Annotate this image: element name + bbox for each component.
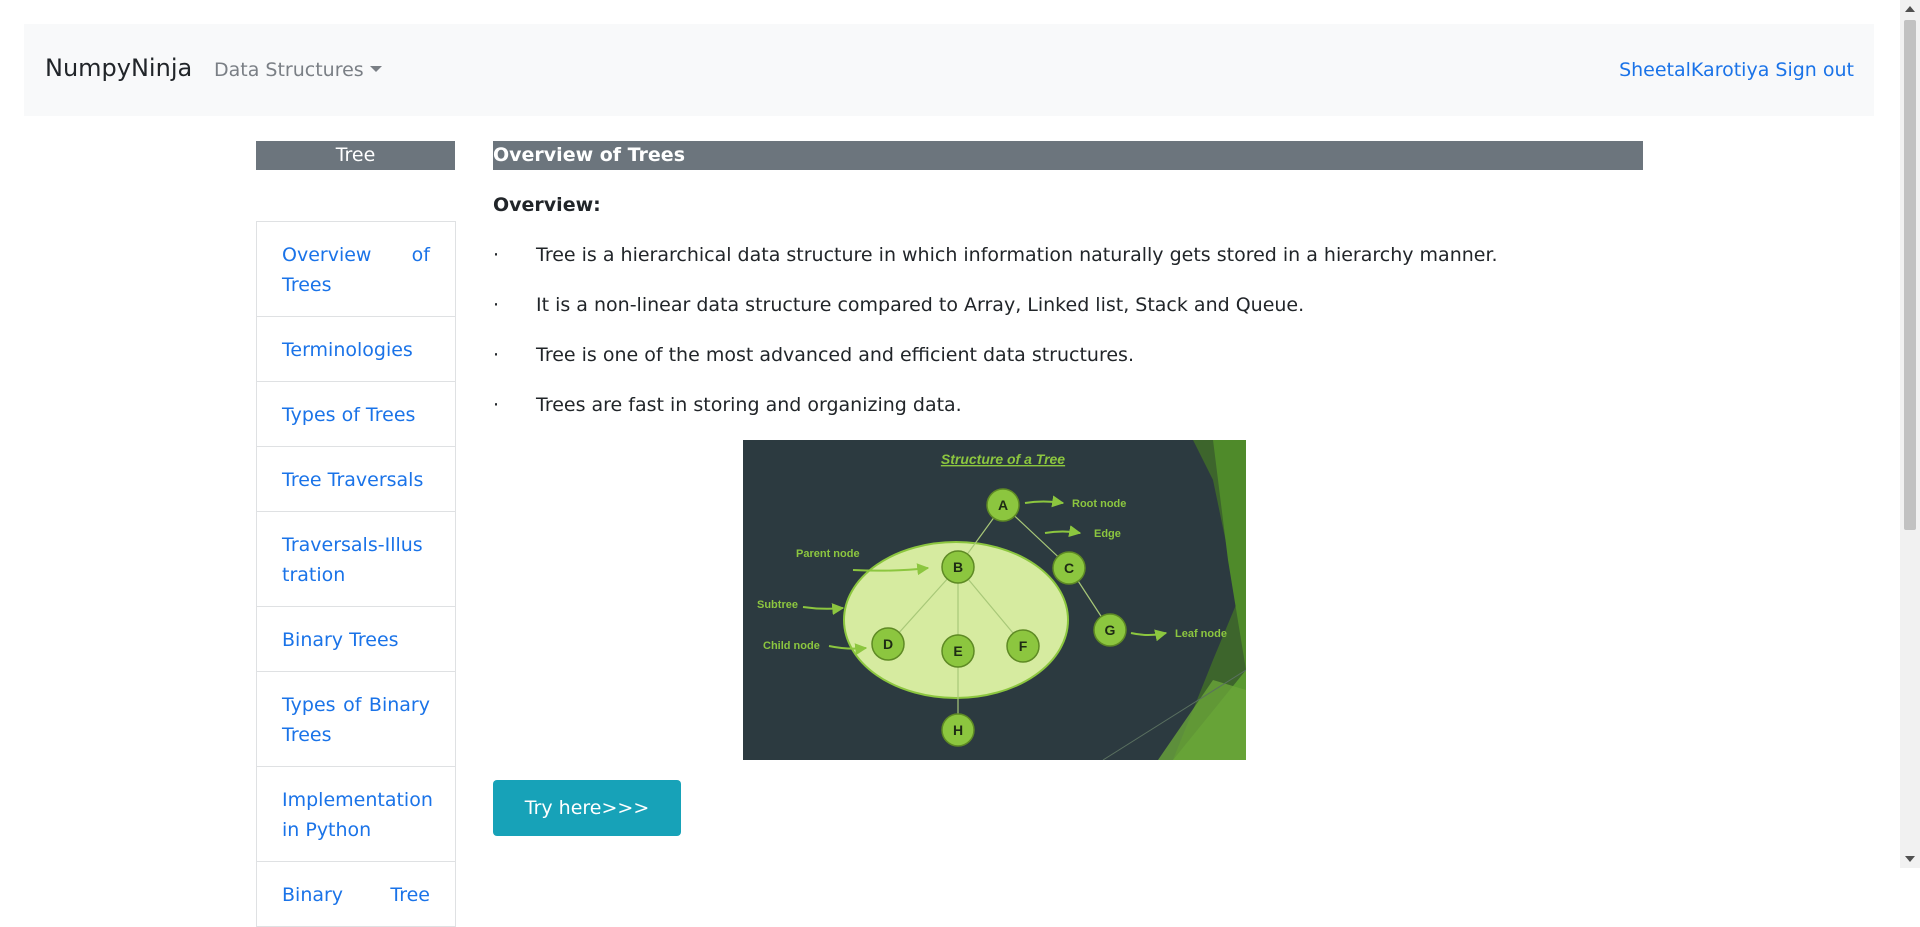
vertical-scrollbar[interactable] (1900, 0, 1920, 868)
svg-text:F: F (1019, 638, 1028, 654)
sidebar-item-types-of-binary-trees[interactable]: Types of Binary Trees (257, 672, 455, 767)
page-title: Overview of Trees (493, 141, 1643, 170)
scroll-down-icon[interactable] (1905, 856, 1915, 862)
brand-logo[interactable]: NumpyNinja (45, 54, 192, 82)
scroll-up-icon[interactable] (1905, 6, 1915, 12)
svg-text:E: E (953, 643, 962, 659)
bullet-dot: · (493, 294, 500, 316)
overview-label: Overview: (493, 194, 601, 216)
svg-text:D: D (883, 636, 893, 652)
username-link[interactable]: SheetalKarotiya (1619, 59, 1769, 81)
diagram-title: Structure of a Tree (941, 451, 1065, 467)
svg-text:Root node: Root node (1072, 498, 1126, 510)
svg-text:Parent node: Parent node (796, 548, 860, 560)
svg-text:G: G (1105, 622, 1116, 638)
sidebar-item-binary-trees[interactable]: Binary Trees (257, 607, 455, 672)
sidebar-list: Overview of Trees Terminologies Types of… (256, 221, 456, 927)
data-structures-dropdown[interactable]: Data Structures (214, 59, 382, 81)
bullet-dot: · (493, 244, 500, 266)
bullet-dot: · (493, 394, 500, 416)
sidebar-header: Tree (256, 141, 455, 170)
scrollbar-thumb[interactable] (1904, 20, 1916, 530)
sidebar-item-overview[interactable]: Overview of Trees (257, 222, 455, 317)
svg-text:B: B (953, 559, 963, 575)
sidebar-item-terminologies[interactable]: Terminologies (257, 317, 455, 382)
bullet-item: · It is a non-linear data structure compa… (493, 294, 1305, 316)
chevron-down-icon (369, 66, 382, 72)
sidebar-item-binary-tree[interactable]: Binary Tree (257, 862, 455, 927)
sidebar-item-traversals-illustration[interactable]: Traversals-Illustration (257, 512, 455, 607)
bullet-dot: · (493, 344, 500, 366)
bullet-item: · Trees are fast in storing and organizin… (493, 394, 962, 416)
svg-text:A: A (998, 497, 1008, 513)
svg-text:Child node: Child node (763, 640, 820, 652)
svg-text:C: C (1064, 560, 1074, 576)
signout-link[interactable]: Sign out (1775, 59, 1854, 81)
user-area: SheetalKarotiya Sign out (1619, 59, 1854, 81)
sidebar-item-tree-traversals[interactable]: Tree Traversals (257, 447, 455, 512)
tree-structure-diagram: Structure of a Tree A B C D E F G H Root… (743, 440, 1246, 760)
bullet-item: · Tree is one of the most advanced and ef… (493, 344, 1134, 366)
svg-text:H: H (953, 722, 963, 738)
svg-text:Edge: Edge (1094, 528, 1121, 540)
svg-text:Subtree: Subtree (757, 599, 798, 611)
try-here-button[interactable]: Try here>>> (493, 780, 681, 836)
sidebar-item-implementation-in-python[interactable]: Implementation in Python (257, 767, 455, 862)
svg-text:Leaf node: Leaf node (1175, 628, 1227, 640)
dropdown-label: Data Structures (214, 59, 364, 81)
bullet-item: · Tree is a hierarchical data structure i… (493, 244, 1498, 266)
navbar: NumpyNinja Data Structures SheetalKaroti… (24, 24, 1874, 116)
sidebar-item-types-of-trees[interactable]: Types of Trees (257, 382, 455, 447)
